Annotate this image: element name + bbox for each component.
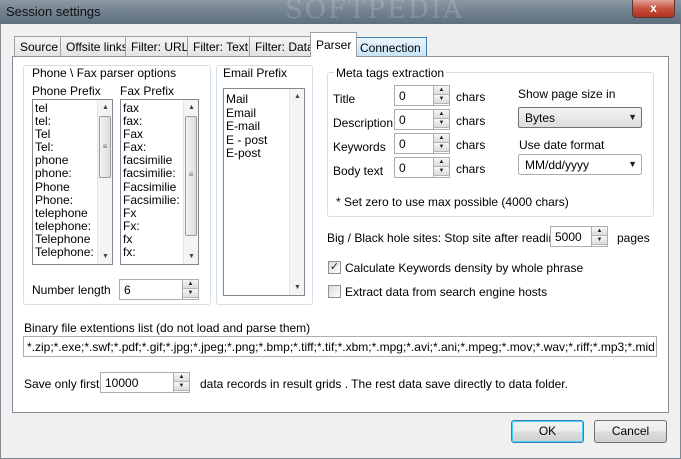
meta-keywords-label: Keywords	[333, 140, 386, 154]
meta-body-text-unit: chars	[456, 162, 486, 176]
keyword-density-label[interactable]: Calculate Keywords density by whole phra…	[345, 261, 583, 275]
spin-down-icon[interactable]: ▼	[434, 143, 449, 152]
meta-body-text-value: 0	[399, 161, 406, 175]
meta-keywords-unit: chars	[456, 138, 486, 152]
meta-title-value: 0	[399, 89, 406, 103]
save-only-first-spinner[interactable]: 10000 ▲ ▼	[100, 372, 190, 393]
binary-extensions-input[interactable]: *.zip;*.exe;*.swf;*.pdf;*.gif;*.jpg;*.jp…	[23, 336, 657, 357]
page-size-label: Show page size in	[518, 87, 616, 101]
blackhole-label: Big / Black hole sites: Stop site after …	[327, 231, 562, 245]
search-engine-label[interactable]: Extract data from search engine hosts	[345, 285, 547, 299]
number-length-label: Number length	[32, 283, 111, 297]
spin-up-icon[interactable]: ▲	[183, 280, 198, 289]
parser-panel: Phone \ Fax parser options Phone Prefix …	[12, 56, 669, 413]
save-only-first-label: Save only first	[24, 377, 100, 391]
meta-keywords-value: 0	[399, 137, 406, 151]
meta-keywords-spinner[interactable]: 0 ▲ ▼	[394, 133, 450, 154]
spin-up-icon[interactable]: ▲	[592, 227, 607, 236]
chevron-down-icon: ▼	[628, 159, 637, 169]
blackhole-value: 5000	[555, 230, 582, 244]
search-engine-checkbox[interactable]	[328, 285, 341, 298]
meta-note: * Set zero to use max possible (4000 cha…	[336, 195, 569, 209]
scroll-thumb[interactable]: ≡	[185, 116, 197, 236]
email-prefix-list[interactable]: Mail Email E-mail E - post E-post ▲ ▼	[223, 88, 305, 296]
spin-down-icon[interactable]: ▼	[434, 167, 449, 176]
fax-prefix-list[interactable]: fax fax: Fax Fax: facsimilie facsimilie: Facsi…	[120, 99, 199, 265]
save-only-first-suffix: data records in result grids . The rest …	[200, 377, 568, 391]
meta-description-unit: chars	[456, 114, 486, 128]
fax-prefix-header: Fax Prefix	[120, 84, 175, 98]
meta-title-unit: chars	[456, 90, 486, 104]
scroll-down-icon[interactable]: ▼	[290, 280, 304, 295]
meta-description-spinner[interactable]: 0 ▲ ▼	[394, 109, 450, 130]
scroll-up-icon[interactable]: ▲	[98, 100, 112, 115]
window-title: Session settings	[6, 4, 101, 19]
tab-source[interactable]: Source	[14, 36, 65, 56]
spin-down-icon[interactable]: ▼	[434, 119, 449, 128]
phone-prefix-list[interactable]: tel tel: Tel Tel: phone phone: Phone Phone: tele…	[32, 99, 113, 265]
scroll-thumb[interactable]: ≡	[99, 116, 111, 178]
meta-description-label: Description	[333, 116, 394, 130]
phone-fax-group-title: Phone \ Fax parser options	[30, 66, 179, 80]
cancel-button[interactable]: Cancel	[594, 420, 667, 443]
spin-up-icon[interactable]: ▲	[434, 134, 449, 143]
softpedia-watermark: SOFTPEDIA	[285, 0, 464, 25]
scroll-up-icon[interactable]: ▲	[184, 100, 198, 115]
keyword-density-checkbox[interactable]: ✓	[328, 261, 341, 274]
meta-description-value: 0	[399, 113, 406, 127]
close-button[interactable]: x	[632, 0, 675, 18]
spin-down-icon[interactable]: ▼	[592, 236, 607, 245]
meta-title-label: Title	[333, 92, 356, 106]
date-format-select[interactable]: MM/dd/yyyy ▼	[518, 154, 642, 175]
date-format-value: MM/dd/yyyy	[525, 158, 590, 172]
phone-list-scrollbar[interactable]: ▲ ≡ ▼	[97, 100, 112, 264]
title-bar: Session settings SOFTPEDIA x	[0, 0, 681, 25]
fax-list-scrollbar[interactable]: ▲ ≡ ▼	[183, 100, 198, 264]
tab-filter-url[interactable]: Filter: URL	[125, 36, 195, 56]
spin-up-icon[interactable]: ▲	[174, 373, 189, 382]
spin-up-icon[interactable]: ▲	[434, 158, 449, 167]
blackhole-spinner[interactable]: 5000 ▲ ▼	[550, 226, 608, 247]
spin-down-icon[interactable]: ▼	[174, 382, 189, 391]
email-group-title: Email Prefix	[221, 66, 290, 80]
phone-prefix-header: Phone Prefix	[32, 84, 101, 98]
meta-body-text-spinner[interactable]: 0 ▲ ▼	[394, 157, 450, 178]
meta-body-text-label: Body text	[333, 164, 384, 178]
chevron-down-icon: ▼	[628, 112, 637, 122]
tab-filter-text[interactable]: Filter: Text	[187, 36, 255, 56]
spin-up-icon[interactable]: ▲	[434, 110, 449, 119]
number-length-spinner[interactable]: 6 ▲ ▼	[119, 279, 199, 300]
binary-extensions-label: Binary file extentions list (do not load…	[24, 321, 311, 335]
spin-down-icon[interactable]: ▼	[183, 289, 198, 298]
tab-connection[interactable]: Connection	[354, 37, 427, 56]
date-format-label: Use date format	[519, 138, 605, 152]
save-only-first-value: 10000	[105, 376, 139, 390]
page-size-select[interactable]: Bytes ▼	[518, 107, 642, 128]
number-length-value: 6	[124, 283, 131, 297]
spin-down-icon[interactable]: ▼	[434, 95, 449, 104]
tab-offsite-links[interactable]: Offsite links	[60, 36, 134, 56]
scroll-up-icon[interactable]: ▲	[290, 89, 304, 104]
ok-button[interactable]: OK	[511, 420, 584, 443]
spin-up-icon[interactable]: ▲	[434, 86, 449, 95]
scroll-down-icon[interactable]: ▼	[184, 249, 198, 264]
scroll-down-icon[interactable]: ▼	[98, 249, 112, 264]
page-size-value: Bytes	[525, 111, 556, 125]
tab-parser[interactable]: Parser	[310, 32, 358, 57]
blackhole-unit: pages	[617, 231, 650, 245]
email-list-scrollbar[interactable]: ▲ ▼	[289, 89, 304, 295]
meta-title-spinner[interactable]: 0 ▲ ▼	[394, 85, 450, 106]
meta-tags-group-title: Meta tags extraction	[334, 66, 447, 80]
